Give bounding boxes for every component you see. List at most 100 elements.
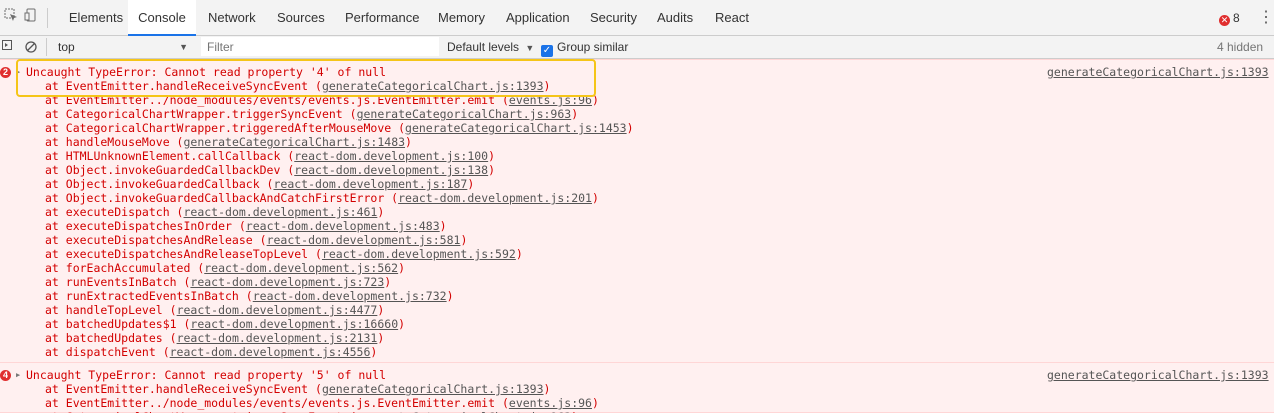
stack-frame-location-link[interactable]: events.js:96 bbox=[509, 396, 592, 410]
error-message-text[interactable]: Uncaught TypeError: Cannot read property… bbox=[26, 368, 386, 382]
stack-frame-close-paren: ) bbox=[398, 261, 406, 275]
stack-frame-location-link[interactable]: react-dom.development.js:483 bbox=[246, 219, 440, 233]
console-filterbar: top ▼ Default levels ▼ ✓ Group similar 4 … bbox=[0, 36, 1274, 59]
stack-frame-location-link[interactable]: react-dom.development.js:16660 bbox=[190, 317, 398, 331]
stack-frame-location-link[interactable]: generateCategoricalChart.js:1393 bbox=[322, 382, 544, 396]
console-output: 2 ▶ Uncaught TypeError: Cannot read proper… bbox=[0, 59, 1274, 413]
stack-frame: at EventEmitter.handleReceiveSyncEvent (… bbox=[45, 382, 550, 396]
stack-frame-location-link[interactable]: react-dom.development.js:723 bbox=[190, 275, 384, 289]
stack-frame: at Object.invokeGuardedCallbackDev (reac… bbox=[45, 163, 495, 177]
stack-frame-location-link[interactable]: generateCategoricalChart.js:1393 bbox=[322, 79, 544, 93]
stack-frame-close-paren: ) bbox=[591, 191, 599, 205]
tab-elements[interactable]: Elements bbox=[56, 0, 136, 36]
stack-frame-function: at executeDispatchesAndRelease ( bbox=[45, 233, 267, 247]
stack-frame: at CategoricalChartWrapper.triggeredAfte… bbox=[45, 121, 634, 135]
clear-console-icon[interactable] bbox=[25, 36, 39, 58]
stack-frame-close-paren: ) bbox=[571, 107, 579, 121]
stack-frame-location-link[interactable]: generateCategoricalChart.js:1453 bbox=[405, 121, 627, 135]
stack-frame: at executeDispatchesAndRelease (react-do… bbox=[45, 233, 467, 247]
filterbar-divider bbox=[46, 38, 47, 56]
stack-frame-close-paren: ) bbox=[377, 303, 385, 317]
context-selector[interactable]: top ▼ bbox=[50, 37, 192, 57]
kebab-menu-icon[interactable]: ⋮ bbox=[1258, 8, 1274, 28]
tab-audits[interactable]: Audits bbox=[657, 0, 693, 36]
console-error-message: 4 ▶ Uncaught TypeError: Cannot read proper… bbox=[0, 362, 1274, 413]
stack-frame-close-paren: ) bbox=[446, 289, 454, 303]
stack-frame-location-link[interactable]: generateCategoricalChart.js:1483 bbox=[183, 135, 405, 149]
stack-frame-function: at executeDispatchesInOrder ( bbox=[45, 219, 246, 233]
group-similar-toggle[interactable]: ✓ Group similar bbox=[541, 36, 628, 58]
tab-react[interactable]: React bbox=[715, 0, 749, 36]
stack-frame: at Object.invokeGuardedCallback (react-d… bbox=[45, 177, 474, 191]
device-toolbar-icon[interactable] bbox=[22, 8, 40, 26]
stack-frame-function: at executeDispatchesAndReleaseTopLevel ( bbox=[45, 247, 322, 261]
tab-network[interactable]: Network bbox=[208, 0, 256, 36]
tab-performance[interactable]: Performance bbox=[345, 0, 419, 36]
stack-frame-function: at EventEmitter../node_modules/events/ev… bbox=[45, 396, 509, 410]
repeat-count-badge: 2 bbox=[0, 67, 11, 78]
error-counter[interactable]: ✕ 8 bbox=[1219, 10, 1240, 26]
tab-sources[interactable]: Sources bbox=[277, 0, 325, 36]
error-message-text[interactable]: Uncaught TypeError: Cannot read property… bbox=[26, 65, 386, 79]
context-value: top bbox=[58, 40, 75, 54]
chevron-down-icon: ▼ bbox=[179, 42, 188, 52]
stack-frame-function: at handleTopLevel ( bbox=[45, 303, 177, 317]
tab-console[interactable]: Console bbox=[128, 0, 196, 36]
stack-frame-location-link[interactable]: react-dom.development.js:4477 bbox=[177, 303, 378, 317]
stack-frame-location-link[interactable]: events.js:96 bbox=[509, 93, 592, 107]
stack-frame: at runEventsInBatch (react-dom.developme… bbox=[45, 275, 391, 289]
stack-frame-location-link[interactable]: react-dom.development.js:732 bbox=[253, 289, 447, 303]
stack-frame-function: at CategoricalChartWrapper.triggerSyncEv… bbox=[45, 107, 357, 121]
tab-security[interactable]: Security bbox=[590, 0, 637, 36]
stack-frame-function: at handleMouseMove ( bbox=[45, 135, 184, 149]
log-levels-dropdown[interactable]: Default levels ▼ bbox=[447, 36, 534, 58]
stack-frame-close-paren: ) bbox=[377, 331, 385, 345]
stack-frame-location-link[interactable]: react-dom.development.js:138 bbox=[294, 163, 488, 177]
stack-frame: at handleTopLevel (react-dom.development… bbox=[45, 303, 384, 317]
stack-frame-close-paren: ) bbox=[543, 79, 551, 93]
stack-frame-location-link[interactable]: react-dom.development.js:2131 bbox=[177, 331, 378, 345]
stack-frame-function: at batchedUpdates ( bbox=[45, 331, 177, 345]
stack-frame: at EventEmitter.handleReceiveSyncEvent (… bbox=[45, 79, 550, 93]
stack-frame: at runExtractedEventsInBatch (react-dom.… bbox=[45, 289, 454, 303]
stack-frame-location-link[interactable]: react-dom.development.js:562 bbox=[204, 261, 398, 275]
filter-input[interactable] bbox=[201, 37, 439, 56]
stack-frame-close-paren: ) bbox=[488, 163, 496, 177]
stack-frame: at batchedUpdates (react-dom.development… bbox=[45, 331, 384, 345]
stack-frame-location-link[interactable]: react-dom.development.js:581 bbox=[267, 233, 461, 247]
stack-frame-function: at Object.invokeGuardedCallbackDev ( bbox=[45, 163, 295, 177]
tab-memory[interactable]: Memory bbox=[438, 0, 485, 36]
stack-frame-function: at forEachAccumulated ( bbox=[45, 261, 205, 275]
stack-frame-location-link[interactable]: react-dom.development.js:4556 bbox=[170, 345, 371, 359]
stack-frame-function: at EventEmitter../node_modules/events/ev… bbox=[45, 93, 509, 107]
stack-frame: at EventEmitter../node_modules/events/ev… bbox=[45, 396, 599, 410]
group-similar-label: Group similar bbox=[557, 40, 629, 54]
stack-frame: at HTMLUnknownElement.callCallback (reac… bbox=[45, 149, 495, 163]
error-count: 8 bbox=[1233, 11, 1240, 25]
stack-frame-location-link[interactable]: react-dom.development.js:461 bbox=[183, 205, 377, 219]
source-link[interactable]: generateCategoricalChart.js:1393 bbox=[1047, 368, 1269, 382]
stack-frame-location-link[interactable]: react-dom.development.js:592 bbox=[322, 247, 516, 261]
expand-triangle-icon[interactable]: ▶ bbox=[16, 370, 20, 380]
stack-frame-location-link[interactable]: react-dom.development.js:187 bbox=[273, 177, 467, 191]
stack-frame-close-paren: ) bbox=[591, 93, 599, 107]
tab-application[interactable]: Application bbox=[506, 0, 570, 36]
source-link[interactable]: generateCategoricalChart.js:1393 bbox=[1047, 65, 1269, 79]
checkbox-checked-icon[interactable]: ✓ bbox=[541, 45, 553, 57]
stack-frame-location-link[interactable]: generateCategoricalChart.js:963 bbox=[357, 107, 572, 121]
stack-frame-location-link[interactable]: react-dom.development.js:100 bbox=[294, 149, 488, 163]
stack-frame-close-paren: ) bbox=[488, 149, 496, 163]
error-badge-icon: ✕ bbox=[1219, 15, 1230, 26]
expand-triangle-icon[interactable]: ▶ bbox=[16, 67, 20, 77]
stack-frame: at Object.invokeGuardedCallbackAndCatchF… bbox=[45, 191, 599, 205]
show-sidebar-icon[interactable] bbox=[2, 36, 12, 58]
stack-frame-close-paren: ) bbox=[515, 247, 523, 261]
stack-frame-function: at executeDispatch ( bbox=[45, 205, 184, 219]
cursor-arrow-icon[interactable] bbox=[2, 8, 20, 26]
devtools-tabbar: Elements Console Network Sources Perform… bbox=[0, 0, 1274, 36]
stack-frame-function: at Object.invokeGuardedCallbackAndCatchF… bbox=[45, 191, 399, 205]
stack-frame-function: at dispatchEvent ( bbox=[45, 345, 170, 359]
stack-frame-close-paren: ) bbox=[439, 219, 447, 233]
toolbar-divider bbox=[47, 8, 48, 28]
stack-frame-location-link[interactable]: react-dom.development.js:201 bbox=[398, 191, 592, 205]
